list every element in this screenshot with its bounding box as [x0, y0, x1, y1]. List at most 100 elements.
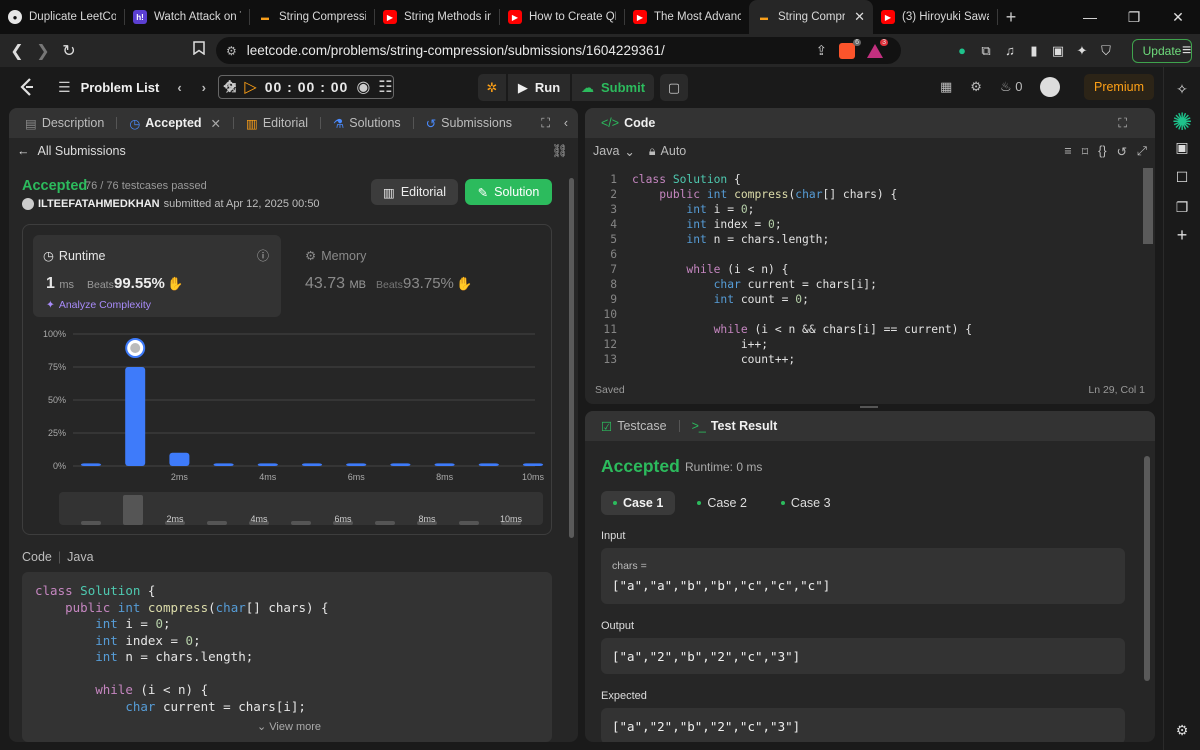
input-label: Input — [601, 530, 626, 542]
settings-icon[interactable]: ⚙ — [970, 79, 982, 95]
wallet-icon[interactable]: ▣ — [1051, 43, 1065, 58]
drag-handle-icon[interactable]: ✥ — [223, 77, 236, 97]
chart-bar — [523, 463, 543, 466]
expected-label: Expected — [601, 690, 647, 702]
site-info-icon[interactable]: ⚙ — [226, 44, 237, 58]
fullscreen-icon[interactable]: ⤢ — [1137, 144, 1147, 159]
forward-icon[interactable]: ❯ — [30, 41, 56, 61]
scrollbar[interactable] — [569, 178, 574, 538]
close-tab-icon[interactable]: ✕ — [854, 9, 865, 25]
menu-icon[interactable]: ≡ — [1182, 42, 1191, 60]
reading-list-icon[interactable]: ☐ — [1174, 169, 1190, 185]
chatgpt-extension-icon[interactable]: ● — [955, 43, 969, 58]
settings-slider-icon[interactable]: ☷ — [378, 77, 392, 97]
url-bar[interactable]: ⚙ leetcode.com/problems/string-compressi… — [216, 37, 901, 64]
info-icon[interactable]: ⓘ — [257, 247, 269, 264]
brave-badge: 6 — [853, 39, 861, 46]
tab-accepted[interactable]: ◷ Accepted ✕ — [123, 116, 227, 131]
layout-icon[interactable]: ▦ — [940, 79, 952, 95]
reload-icon[interactable]: ↻ — [56, 41, 82, 61]
wallet-icon[interactable]: ▣ — [1174, 139, 1190, 155]
restore-icon[interactable]: ❐ — [1112, 9, 1156, 26]
notes-button[interactable]: ▢ — [660, 74, 688, 101]
browser-tab[interactable]: ▶ How to Create QR — [500, 0, 624, 34]
debug-button[interactable]: ✲ — [478, 74, 506, 101]
all-submissions-link[interactable]: ← All Submissions — [17, 144, 126, 158]
sidebar-icon[interactable]: ▮ — [1027, 43, 1041, 58]
bookmark-icon[interactable]: ⌑ — [1082, 144, 1088, 159]
avatar[interactable] — [1040, 77, 1061, 97]
solution-button[interactable]: ✎ Solution — [465, 179, 552, 205]
code-editor[interactable]: 1 class Solution {2 public int compress(c… — [585, 168, 1145, 368]
tab-testcase[interactable]: ☑ Testcase — [595, 419, 673, 434]
vpn-icon[interactable]: ⛉ — [1099, 43, 1113, 58]
minimize-icon[interactable]: — — [1068, 9, 1112, 25]
tab-editorial[interactable]: ▥ Editorial — [240, 116, 314, 131]
reset-icon[interactable]: ↺ — [1117, 144, 1127, 159]
eye-icon[interactable]: ◉ — [356, 77, 370, 97]
maximize-icon[interactable]: ⛶ — [541, 116, 550, 131]
leetcode-logo[interactable] — [18, 77, 36, 97]
editor-scrollbar[interactable] — [1143, 168, 1153, 244]
runtime-distribution-chart[interactable]: 100% 75% 50% 25% 0% 2ms 4ms 6ms 8ms 10ms — [23, 325, 553, 485]
back-icon[interactable]: ❮ — [4, 41, 30, 61]
list-icon[interactable]: ☰ — [58, 79, 71, 96]
link-icon[interactable]: ⛓ — [551, 143, 568, 159]
chatgpt-icon[interactable]: ✺ — [1168, 109, 1196, 137]
browser-tab[interactable]: ▶ String Methods in — [375, 0, 499, 34]
brave-rewards-icon[interactable] — [867, 43, 883, 58]
runtime-card[interactable]: ◷ Runtime ⓘ 1 ms Beats 99.55% ✋ ✦ Analyze … — [33, 235, 281, 317]
close-icon[interactable]: ✕ — [211, 116, 221, 131]
premium-button[interactable]: Premium — [1084, 74, 1154, 100]
case-tab-3[interactable]: Case 3 — [769, 491, 843, 515]
panel-resize-handle[interactable] — [860, 406, 878, 408]
close-window-icon[interactable]: ✕ — [1156, 9, 1200, 26]
maximize-icon[interactable]: ⛶ — [1118, 116, 1127, 131]
browser-tab[interactable]: ▬ String Compression — [250, 0, 374, 34]
format-icon[interactable]: ≡ — [1064, 144, 1071, 159]
browser-tab[interactable]: ▶ The Most Advance — [625, 0, 749, 34]
sidebar-settings-icon[interactable]: ⚙ — [1174, 722, 1190, 738]
play-icon[interactable]: ▷ — [244, 77, 256, 97]
bookmark-icon[interactable] — [186, 41, 212, 60]
username[interactable]: ILTEEFATAHMEDKHAN — [38, 198, 160, 210]
braces-icon[interactable]: {} — [1098, 144, 1106, 159]
language-select[interactable]: Java ⌄ — [593, 144, 635, 159]
case-tab-2[interactable]: Case 2 — [685, 491, 759, 515]
share-icon[interactable]: ⇪ — [816, 43, 827, 59]
auto-mode[interactable]: 🔒︎ Auto — [649, 144, 686, 159]
submit-button[interactable]: ☁ Submit — [572, 74, 654, 101]
next-problem-icon[interactable]: › — [202, 80, 206, 95]
view-more-button[interactable]: ⌄ View more — [257, 720, 321, 733]
browser-tab[interactable]: ▶ (3) Hiroyuki Sawan — [873, 0, 997, 34]
tab-submissions[interactable]: ↺ Submissions — [420, 116, 518, 131]
memory-card[interactable]: ⚙ Memory 43.73 MB Beats 93.75% ✋ — [293, 235, 543, 317]
tab-title: String Methods in — [404, 11, 491, 23]
view-more-label: View more — [269, 721, 322, 733]
tab-description[interactable]: ▤ Description — [19, 116, 110, 131]
prev-problem-icon[interactable]: ‹ — [177, 80, 181, 95]
run-button[interactable]: ▶ Run — [508, 74, 570, 101]
browser-tab[interactable]: h! Watch Attack on Ti — [125, 0, 249, 34]
book-icon[interactable]: ❐ — [1174, 199, 1190, 215]
tab-solutions[interactable]: ⚗ Solutions — [327, 116, 407, 131]
streak[interactable]: ♨ 0 — [1000, 79, 1023, 95]
music-icon[interactable]: ♫ — [1003, 43, 1017, 58]
result-scrollbar[interactable] — [1144, 456, 1150, 681]
extensions-icon[interactable]: ⧉ — [979, 43, 993, 58]
chart-range-slider[interactable]: 2ms 4ms 6ms 8ms 10ms — [59, 492, 543, 525]
brave-shield-icon[interactable] — [839, 42, 855, 59]
problem-list-link[interactable]: Problem List — [81, 80, 160, 95]
chevron-down-icon: ⌄ — [257, 721, 267, 733]
add-panel-icon[interactable]: + — [1174, 226, 1190, 244]
tab-test-result[interactable]: >_ Test Result — [686, 419, 784, 433]
analyze-complexity-link[interactable]: ✦ Analyze Complexity — [46, 299, 151, 311]
browser-tab-active[interactable]: ▬ String Compre ✕ — [749, 0, 873, 34]
editorial-button[interactable]: ▥ Editorial — [371, 179, 458, 205]
collapse-icon[interactable]: ‹ — [564, 116, 568, 130]
new-tab-button[interactable]: + — [998, 7, 1024, 28]
case-tab-1[interactable]: Case 1 — [601, 491, 676, 515]
leo-ai-icon[interactable]: ✦ — [1075, 43, 1089, 58]
browser-tab[interactable]: ● Duplicate LeetCode — [0, 0, 124, 34]
leo-icon[interactable]: ✧ — [1174, 81, 1190, 97]
